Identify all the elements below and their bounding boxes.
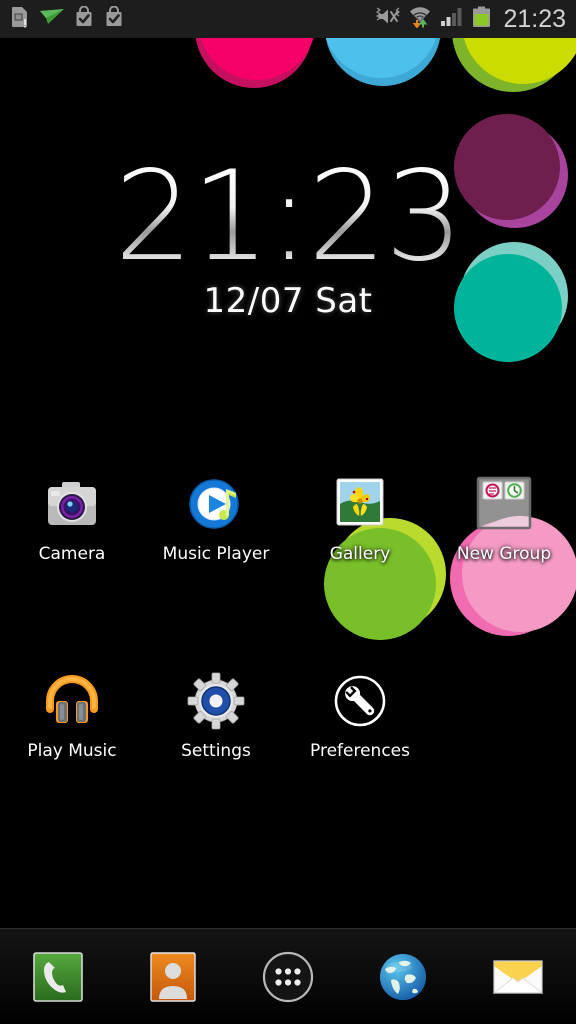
dock-browser[interactable] bbox=[346, 949, 461, 1005]
dock-app-drawer[interactable] bbox=[230, 949, 345, 1005]
app-camera[interactable]: Camera bbox=[0, 474, 144, 564]
app-play-music[interactable]: Play Music bbox=[0, 671, 144, 761]
clock-widget-time: 21:23 bbox=[0, 155, 576, 279]
gallery-icon bbox=[330, 474, 390, 534]
gear-icon bbox=[186, 671, 246, 731]
contacts-icon bbox=[145, 949, 201, 1005]
signal-icon bbox=[440, 7, 464, 32]
app-music-player[interactable]: Music Player bbox=[144, 474, 288, 564]
music-player-icon bbox=[186, 474, 246, 534]
battery-icon bbox=[472, 6, 491, 33]
app-settings[interactable]: Settings bbox=[144, 671, 288, 761]
vibrate-mute-icon bbox=[376, 6, 401, 32]
status-bar-right-icons: 21:23 bbox=[376, 6, 566, 33]
app-new-group[interactable]: New Group bbox=[432, 474, 576, 564]
dock-email[interactable] bbox=[461, 949, 576, 1005]
app-label: New Group bbox=[456, 544, 552, 564]
app-label: Camera bbox=[38, 544, 106, 564]
play-store-installed-icon-2 bbox=[104, 5, 124, 32]
wrench-icon bbox=[330, 671, 390, 731]
home-screen: 21:23 21:23 12/07 Sat Camera Music Playe… bbox=[0, 0, 576, 1024]
app-drawer-icon bbox=[260, 949, 316, 1005]
app-label: Play Music bbox=[27, 741, 117, 761]
dock bbox=[0, 928, 576, 1024]
dock-phone[interactable] bbox=[0, 949, 115, 1005]
status-bar-clock: 21:23 bbox=[503, 4, 566, 33]
app-row-2: Play Music Settings Preferences bbox=[0, 671, 576, 761]
status-bar[interactable]: 21:23 bbox=[0, 0, 576, 38]
camera-icon bbox=[42, 474, 102, 534]
play-store-installed-icon bbox=[74, 5, 94, 32]
envelope-icon bbox=[490, 949, 546, 1005]
app-label: Preferences bbox=[310, 741, 410, 761]
clock-widget[interactable]: 21:23 12/07 Sat bbox=[0, 155, 576, 321]
app-label: Gallery bbox=[329, 544, 391, 564]
app-gallery[interactable]: Gallery bbox=[288, 474, 432, 564]
dock-contacts[interactable] bbox=[115, 949, 230, 1005]
paper-plane-icon bbox=[40, 8, 64, 30]
headphones-icon bbox=[42, 671, 102, 731]
app-label: Settings bbox=[181, 741, 251, 761]
phone-icon bbox=[30, 949, 86, 1005]
app-preferences[interactable]: Preferences bbox=[288, 671, 432, 761]
sd-card-icon bbox=[10, 6, 30, 33]
wifi-icon bbox=[408, 6, 432, 33]
globe-icon bbox=[375, 949, 431, 1005]
app-row-1: Camera Music Player Gallery New Group bbox=[0, 474, 576, 564]
folder-icon bbox=[474, 474, 534, 534]
status-bar-left-icons bbox=[10, 5, 124, 33]
app-label: Music Player bbox=[162, 544, 270, 564]
